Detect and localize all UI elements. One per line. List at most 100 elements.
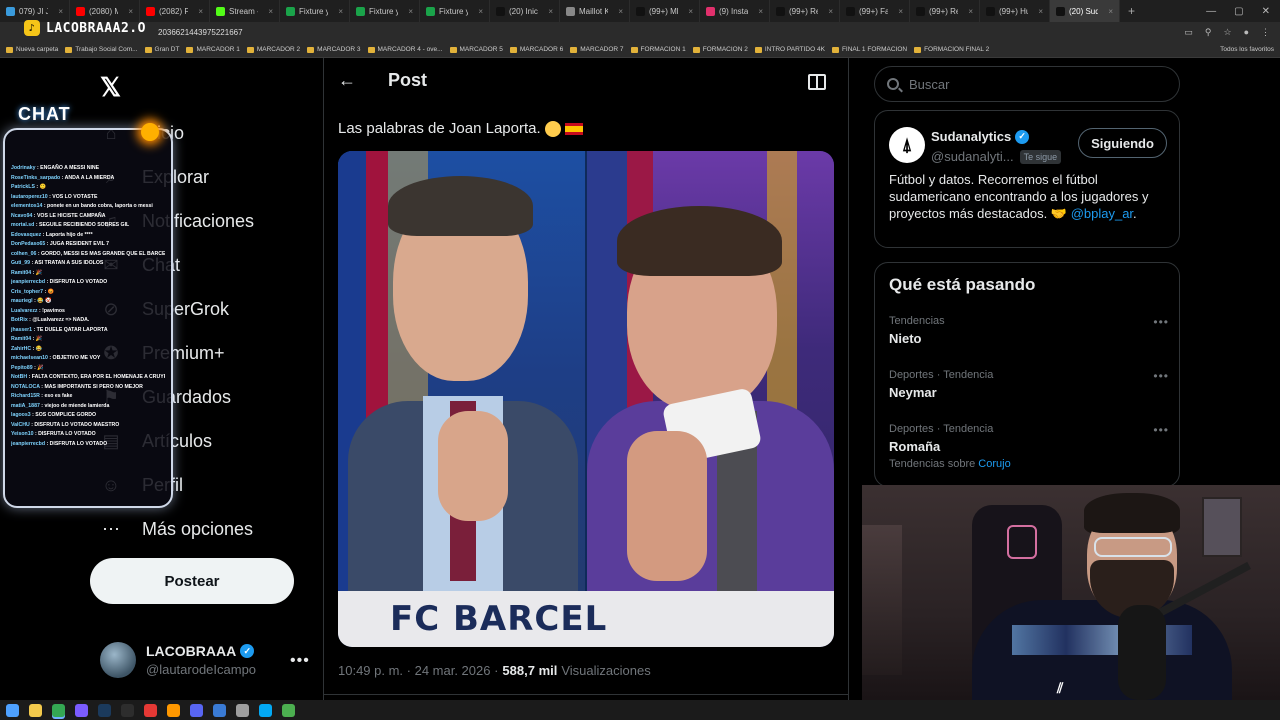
trend-more-icon[interactable]: ••• — [1153, 423, 1169, 437]
close-tab-icon[interactable]: × — [338, 7, 343, 16]
account-name[interactable]: Sudanalytics ✓ — [931, 129, 1030, 144]
sudanalytics-avatar[interactable]: ⍋ — [889, 127, 925, 163]
bookmark-item[interactable]: MARCADOR 2 — [246, 46, 300, 53]
browser-tab[interactable]: (99+) Reacció× — [770, 0, 840, 22]
address-bar[interactable]: 2036621443975221667 ▭ ⚲ ☆ ● ⋮ — [0, 22, 1280, 42]
bookmark-item[interactable]: MARCADOR 4 - ove... — [367, 46, 443, 53]
reader-mode-icon[interactable] — [808, 74, 826, 90]
close-tab-icon[interactable]: × — [268, 7, 273, 16]
close-tab-icon[interactable]: × — [548, 7, 553, 16]
zoom-icon[interactable]: ⚲ — [1205, 27, 1212, 38]
trend-item[interactable]: Tendencias Nieto ••• — [889, 315, 1169, 346]
bookmark-item[interactable]: MARCADOR 6 — [509, 46, 563, 53]
close-tab-icon[interactable]: × — [478, 7, 483, 16]
bookmark-item[interactable]: FORMACION 2 — [692, 46, 748, 53]
browser-tab[interactable]: Fixture y parti× — [280, 0, 350, 22]
bookmark-item[interactable]: Gran DT — [144, 46, 179, 53]
url-text[interactable]: 2036621443975221667 — [158, 28, 243, 37]
app-icon[interactable] — [167, 703, 180, 717]
close-tab-icon[interactable]: × — [58, 7, 63, 16]
back-arrow-icon[interactable]: ← — [338, 70, 356, 91]
close-tab-icon[interactable]: × — [618, 7, 623, 16]
browser-tab[interactable]: (2082) Floyd× — [140, 0, 210, 22]
search-input[interactable]: Buscar — [909, 77, 949, 92]
app-icon[interactable] — [236, 703, 249, 717]
file-explorer-icon[interactable] — [29, 703, 42, 717]
chat-username: ValCHU — [11, 421, 30, 428]
star-icon[interactable]: ☆ — [1223, 27, 1231, 38]
account-switcher[interactable]: LACOBRAAA ✓ @lautarodeIcampo — [100, 642, 256, 678]
app-icon[interactable] — [144, 703, 157, 717]
browser-tab[interactable]: (99+) Family× — [840, 0, 910, 22]
trend-item[interactable]: Deportes · Tendencia Romaña Tendencias sob… — [889, 423, 1169, 470]
app-icon[interactable] — [259, 703, 272, 717]
bookmark-item[interactable]: INTRO PARTIDO 4K — [754, 46, 825, 53]
bookmark-item[interactable]: MARCADOR 3 — [307, 46, 361, 53]
search-box[interactable]: Buscar — [874, 66, 1180, 102]
extension-icon[interactable]: ● — [1244, 27, 1249, 38]
close-tab-icon[interactable]: × — [968, 7, 973, 16]
close-tab-icon[interactable]: × — [898, 7, 903, 16]
trend-item[interactable]: Deportes · Tendencia Neymar ••• — [889, 369, 1169, 400]
browser-tab[interactable]: Fixture y parti× — [350, 0, 420, 22]
windows-start-icon[interactable] — [6, 703, 19, 717]
browser-tab[interactable]: Maillot Kony× — [560, 0, 630, 22]
browser-tab[interactable]: (99+) Real M× — [910, 0, 980, 22]
app-icon[interactable] — [121, 703, 134, 717]
x-logo-icon[interactable]: 𝕏 — [100, 72, 121, 103]
bookmark-item[interactable]: Nueva carpeta — [6, 46, 58, 53]
close-tab-icon[interactable]: × — [758, 7, 763, 16]
minimize-icon[interactable]: — — [1206, 6, 1216, 17]
menu-icon[interactable]: ⋮ — [1261, 27, 1270, 38]
tab-favicon-icon — [776, 6, 785, 16]
bookmark-item[interactable]: FORMACION 1 — [630, 46, 686, 53]
close-tab-icon[interactable]: × — [408, 7, 413, 16]
browser-tab[interactable]: (9) Instagram× — [700, 0, 770, 22]
trend-more-icon[interactable]: ••• — [1153, 369, 1169, 383]
browser-tab[interactable]: (20) Inicio / X× — [490, 0, 560, 22]
steam-icon[interactable] — [98, 703, 111, 717]
new-tab-button[interactable]: + — [1120, 4, 1143, 18]
bookmark-item[interactable]: MARCADOR 7 — [570, 46, 624, 53]
chat-username: jeanpierrecbd — [11, 440, 46, 447]
bookmark-item[interactable]: FINAL 1 FORMACION — [831, 46, 907, 53]
browser-tab[interactable]: Stream - Kick× — [210, 0, 280, 22]
maximize-icon[interactable]: ▢ — [1234, 6, 1243, 17]
account-more-icon[interactable]: ••• — [290, 652, 310, 670]
browser-tab[interactable]: Fixture y parti× — [420, 0, 490, 22]
bookmark-item[interactable]: FORMACION FINAL 2 — [914, 46, 989, 53]
bookmark-item[interactable]: Trabajo Social Com... — [65, 46, 138, 53]
close-tab-icon[interactable]: × — [688, 7, 693, 16]
browser-tab[interactable]: (20) Sudanaly× — [1050, 0, 1120, 22]
bookmark-item[interactable]: MARCADOR 5 — [449, 46, 503, 53]
app-icon[interactable] — [213, 703, 226, 717]
cast-icon[interactable]: ▭ — [1184, 27, 1193, 38]
post-timestamp[interactable]: 10:49 p. m. · 24 mar. 2026 · — [338, 663, 498, 678]
close-tab-icon[interactable]: × — [128, 7, 133, 16]
app-icon[interactable] — [75, 703, 88, 717]
browser-tab[interactable]: (2080) MC Ko× — [70, 0, 140, 22]
discord-icon[interactable] — [190, 703, 203, 717]
close-window-icon[interactable]: ✕ — [1262, 6, 1270, 17]
close-tab-icon[interactable]: × — [198, 7, 203, 16]
close-tab-icon[interactable]: × — [1038, 7, 1043, 16]
post-meta: 10:49 p. m. · 24 mar. 2026 · 588,7 mil V… — [338, 663, 651, 678]
chrome-icon[interactable] — [52, 703, 65, 717]
post-image[interactable]: FC BARCEL — [338, 151, 834, 647]
post-button[interactable]: Postear — [90, 558, 294, 604]
browser-tab[interactable]: (99+) Humor× — [980, 0, 1050, 22]
folder-icon — [186, 46, 194, 53]
close-tab-icon[interactable]: × — [1108, 7, 1113, 16]
trend-about-link[interactable]: Corujo — [978, 458, 1010, 470]
bookmark-item[interactable]: MARCADOR 1 — [186, 46, 240, 53]
browser-tab[interactable]: 079) JI Ji Ji× — [0, 0, 70, 22]
all-bookmarks[interactable]: Todos los favoritos — [1220, 46, 1280, 53]
bio-link[interactable]: @bplay_ar — [1071, 206, 1133, 221]
following-button[interactable]: Siguiendo — [1078, 128, 1167, 158]
browser-tab[interactable]: (99+) Mbapp× — [630, 0, 700, 22]
nav-item-m-s-opciones[interactable]: ⋯ Más opciones — [100, 518, 253, 540]
app-icon[interactable] — [282, 703, 295, 717]
trend-more-icon[interactable]: ••• — [1153, 315, 1169, 329]
browser-tools: ▭ ⚲ ☆ ● ⋮ — [1184, 27, 1280, 38]
close-tab-icon[interactable]: × — [828, 7, 833, 16]
